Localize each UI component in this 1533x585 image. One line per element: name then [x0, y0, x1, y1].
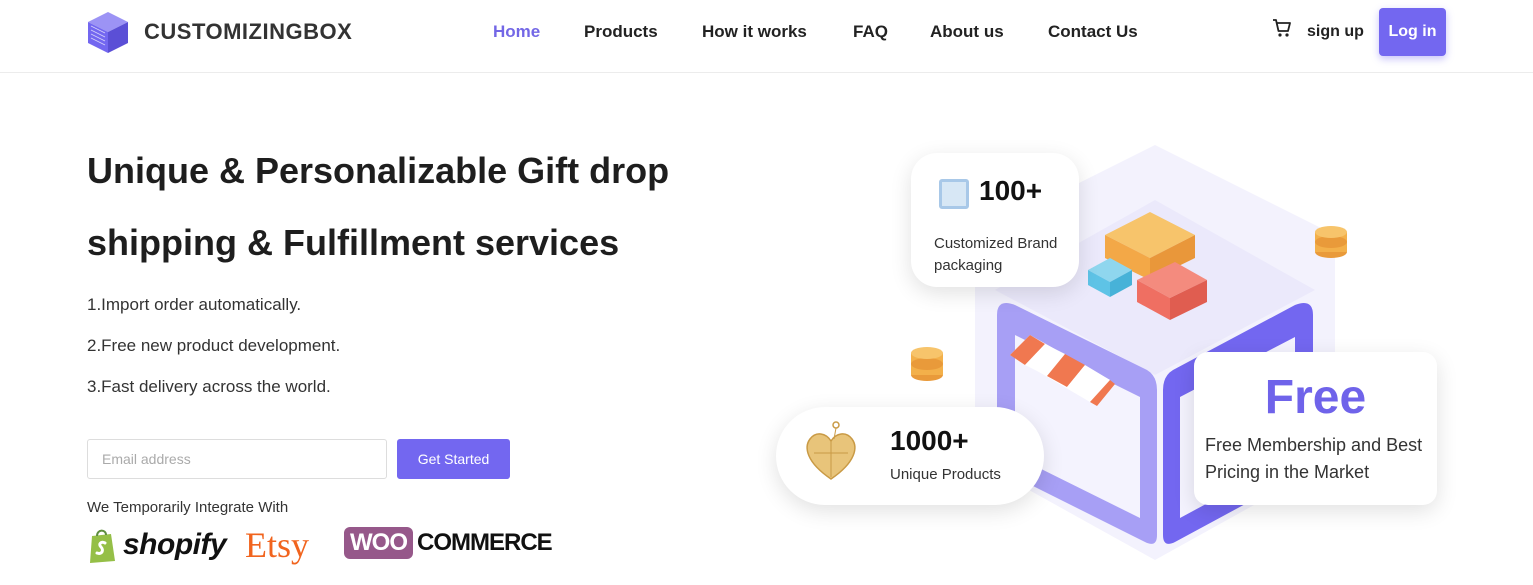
brand-packaging-card: 100+ Customized Brand packaging — [911, 153, 1079, 287]
woocommerce-logo[interactable]: WOO COMMERCE — [344, 527, 553, 559]
feature-item: 1.Import order automatically. — [87, 295, 302, 314]
unique-products-label: Unique Products — [890, 466, 1001, 483]
shopify-logo[interactable]: shopify — [87, 526, 227, 564]
email-input[interactable] — [87, 439, 387, 479]
cart-icon[interactable] — [1271, 17, 1293, 39]
main-nav: Home Products How it works FAQ About us … — [0, 22, 1533, 42]
get-started-button[interactable]: Get Started — [397, 439, 510, 479]
feature-item: 3.Fast delivery across the world. — [87, 377, 331, 396]
nav-faq[interactable]: FAQ — [853, 22, 888, 42]
coin-stack-left — [911, 347, 943, 381]
nav-contact-us[interactable]: Contact Us — [1048, 22, 1138, 42]
nav-about-us[interactable]: About us — [930, 22, 1004, 42]
login-button[interactable]: Log in — [1379, 8, 1446, 56]
hero-headline: Unique & Personalizable Gift drop shippi… — [87, 150, 670, 263]
shopify-wordmark: shopify — [123, 528, 227, 561]
brand-packaging-count: 100+ — [979, 175, 1043, 206]
coin-stack-right — [1315, 226, 1347, 258]
nav-products[interactable]: Products — [584, 22, 658, 42]
site-header: CUSTOMIZINGBOX Home Products How it work… — [0, 0, 1533, 73]
nav-how-it-works[interactable]: How it works — [702, 22, 807, 42]
feature-item: 2.Free new product development. — [87, 336, 341, 355]
unique-products-count: 1000+ — [890, 425, 969, 456]
integrate-label: We Temporarily Integrate With — [87, 499, 289, 516]
signup-link[interactable]: sign up — [1307, 23, 1364, 41]
brand-packaging-label: Customized Brand packaging — [934, 235, 1058, 274]
woo-badge: WOO — [344, 527, 413, 559]
unique-products-card: 1000+ Unique Products — [776, 407, 1044, 505]
commerce-wordmark: COMMERCE — [417, 529, 553, 556]
free-membership-card: Free Free Membership and Best Pricing in… — [1194, 352, 1437, 505]
box-icon — [939, 179, 969, 209]
free-title: Free — [1264, 371, 1367, 424]
hero-illustration: 100+ Customized Brand packaging 1000+ Un… — [775, 140, 1455, 585]
free-membership-label: Free Membership and Best Pricing in the … — [1205, 435, 1423, 482]
heart-puzzle-icon — [806, 421, 856, 480]
etsy-logo[interactable]: Etsy — [245, 524, 309, 566]
feature-list: 1.Import order automatically. 2.Free new… — [87, 294, 340, 417]
shopify-bag-icon — [90, 529, 115, 563]
nav-home[interactable]: Home — [493, 22, 540, 42]
